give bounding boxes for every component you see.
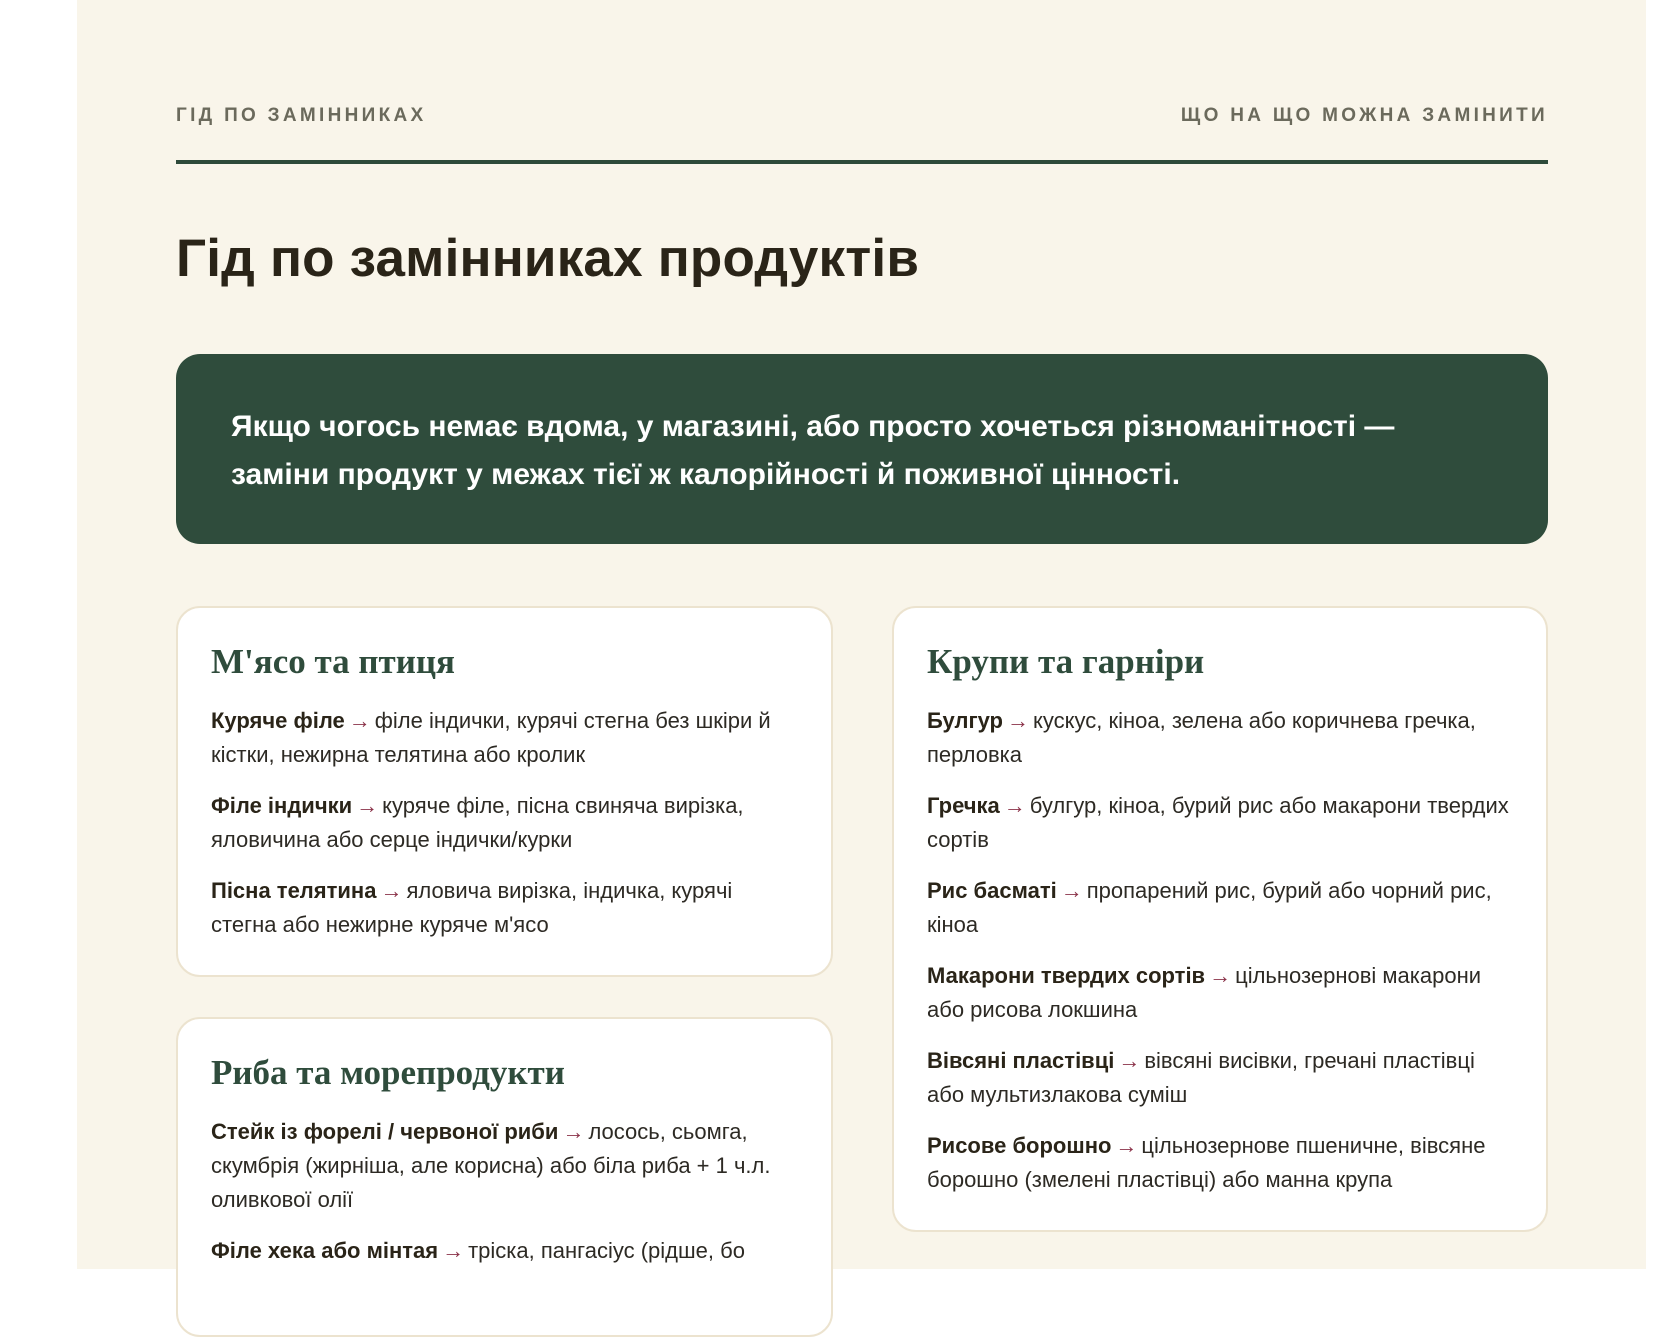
product-name: Філе індички: [211, 793, 353, 818]
substitute-item: Стейк із форелі / червоної риби → лосось, …: [211, 1115, 799, 1217]
section-label[interactable]: Що на що можна замінити: [1181, 105, 1548, 127]
card-title: Риба та морепродукти: [211, 1053, 565, 1092]
substitute-item: Вівсяні пластівці → вівсяні висівки, греча…: [927, 1044, 1514, 1112]
arrow-right-icon: →: [1118, 1048, 1141, 1073]
arrow-right-icon: →: [380, 878, 403, 903]
substitute-item: Макарони твердих сортів → цільнозернові ма…: [927, 959, 1514, 1027]
card-title: Крупи та гарніри: [927, 642, 1205, 681]
product-name: Філе хека або мінтая: [211, 1238, 439, 1263]
card-meat-poultry: М'ясо та птиця Куряче філе → філе індички,…: [176, 606, 833, 977]
card-title: М'ясо та птиця: [211, 642, 455, 681]
intro-banner: Якщо чогось немає вдома, у магазині, або…: [176, 354, 1548, 544]
product-name: Макарони твердих сортів: [927, 963, 1206, 988]
page: Гід по замінниках Що на що можна замінит…: [77, 0, 1646, 1337]
product-name: Куряче філе: [211, 708, 345, 733]
product-name: Стейк із форелі / червоної риби: [211, 1119, 559, 1144]
arrow-right-icon: →: [1060, 878, 1083, 903]
product-name: Пісна телятина: [211, 878, 377, 903]
product-name: Рисове борошно: [927, 1133, 1112, 1158]
intro-text: Якщо чогось немає вдома, у магазині, або…: [231, 410, 1395, 491]
substitute-item: Куряче філе → філе індички, курячі стегна …: [211, 704, 799, 772]
card-cereals-sides: Крупи та гарніри Булгур → кускус, кіноа, з…: [892, 606, 1548, 1232]
arrow-right-icon: →: [348, 708, 371, 733]
arrow-right-icon: →: [1209, 963, 1232, 988]
substitute-item: Рисове борошно → цільнозернове пшеничне, в…: [927, 1129, 1514, 1197]
substitute-text: тріска, пангасіус (рідше, бо: [468, 1238, 745, 1263]
arrow-right-icon: →: [356, 793, 379, 818]
arrow-right-icon: →: [442, 1238, 465, 1263]
substitute-item: Філе індички → куряче філе, пісна свиняча …: [211, 789, 799, 857]
header-divider: [176, 160, 1548, 164]
product-name: Вівсяні пластівці: [927, 1048, 1115, 1073]
substitute-item: Філе хека або мінтая → тріска, пангасіус (…: [211, 1234, 799, 1268]
arrow-right-icon: →: [562, 1119, 585, 1144]
product-name: Булгур: [927, 708, 1003, 733]
product-name: Рис басматі: [927, 878, 1057, 903]
card-fish-seafood: Риба та морепродукти Стейк із форелі / ч…: [176, 1017, 833, 1337]
arrow-right-icon: →: [1007, 708, 1029, 733]
site-label[interactable]: Гід по замінниках: [176, 105, 427, 127]
substitute-item: Гречка → булгур, кіноа, бурий рис або мака…: [927, 789, 1514, 857]
substitute-item: Булгур → кускус, кіноа, зелена або коричне…: [927, 704, 1514, 772]
substitute-item: Пісна телятина → яловича вирізка, індичка,…: [211, 874, 799, 942]
arrow-right-icon: →: [1003, 793, 1026, 818]
substitute-item: Рис басматі → пропарений рис, бурий або чо…: [927, 874, 1514, 942]
arrow-right-icon: →: [1115, 1133, 1138, 1158]
product-name: Гречка: [927, 793, 1000, 818]
top-bar: Гід по замінниках Що на що можна замінит…: [176, 105, 1548, 127]
page-title: Гід по замінниках продуктів: [176, 229, 920, 288]
